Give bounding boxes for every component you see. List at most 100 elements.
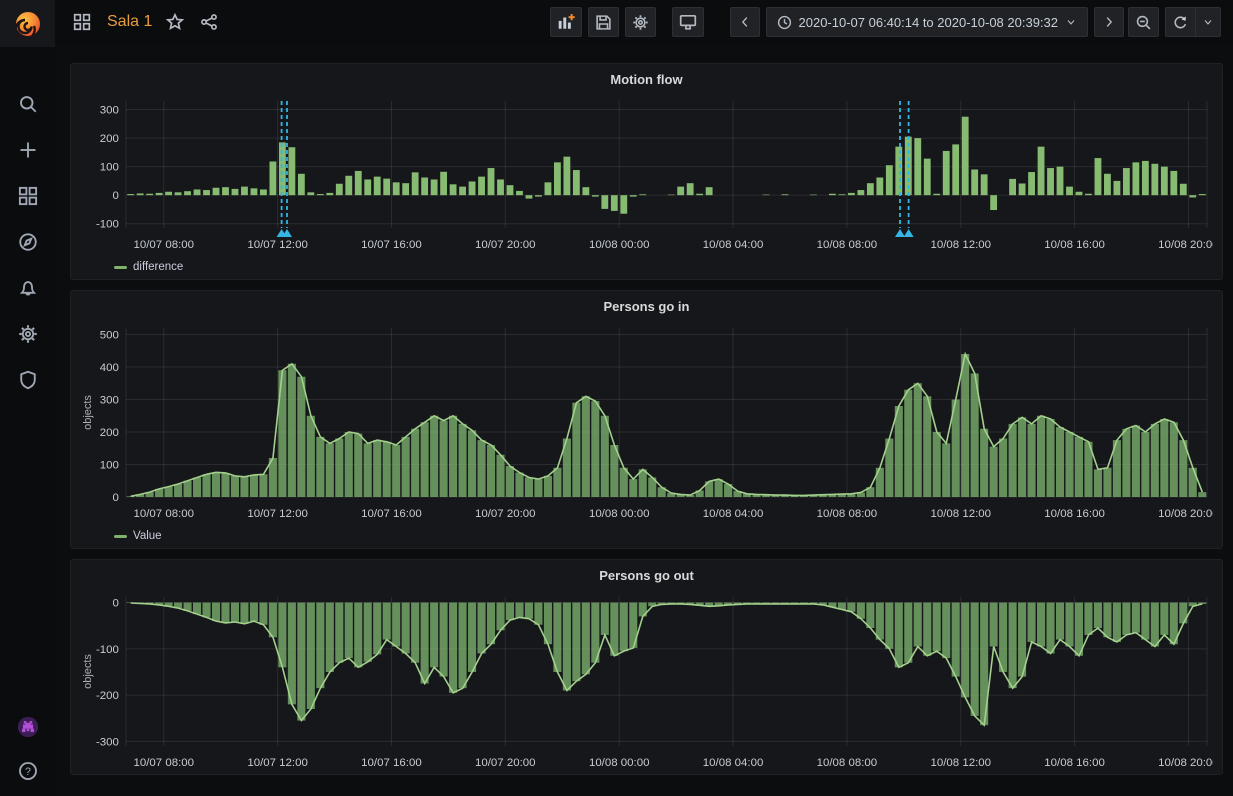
refresh-interval-dropdown[interactable]: [1196, 7, 1221, 37]
svg-text:objects: objects: [82, 395, 94, 430]
panel-title[interactable]: Persons go out: [80, 565, 1213, 589]
dashboards-grid-icon[interactable]: [17, 185, 39, 207]
legend-label: Value: [133, 530, 162, 542]
top-navbar: Sala 1 2020-10-07 06:40:14 to 2020-10-08…: [55, 0, 1233, 44]
svg-text:-300: -300: [96, 736, 119, 748]
svg-text:10/08 04:00: 10/08 04:00: [703, 239, 764, 251]
sidebar-menu: [17, 93, 39, 391]
persons-go-in-chart[interactable]: 500 400 300 200 100 0 10/07 08:00 10/07 12:00 10…: [80, 320, 1213, 525]
svg-text:10/08 08:00: 10/08 08:00: [817, 508, 878, 520]
svg-text:10/08 16:00: 10/08 16:00: [1044, 757, 1105, 769]
svg-text:10/07 12:00: 10/07 12:00: [247, 239, 308, 251]
zoom-out-button[interactable]: [1128, 7, 1159, 37]
star-icon[interactable]: [164, 11, 186, 33]
svg-text:-100: -100: [96, 644, 119, 656]
panel-persons-go-in: Persons go in 500 400 300 200 100 0 10/07 08:0…: [70, 290, 1223, 549]
svg-text:10/07 20:00: 10/07 20:00: [475, 757, 536, 769]
svg-text:10/07 08:00: 10/07 08:00: [133, 757, 194, 769]
dashboard-grid-icon[interactable]: [71, 11, 93, 33]
svg-text:0: 0: [113, 190, 119, 202]
refresh-button[interactable]: [1165, 7, 1196, 37]
svg-text:10/08 20:00: 10/08 20:00: [1158, 508, 1213, 520]
explore-compass-icon[interactable]: [17, 231, 39, 253]
chevron-down-icon: [1067, 20, 1075, 25]
add-panel-button[interactable]: [549, 7, 582, 37]
svg-text:0: 0: [113, 492, 119, 504]
svg-text:10/08 20:00: 10/08 20:00: [1158, 757, 1213, 769]
dashboard-toolbar: 2020-10-07 06:40:14 to 2020-10-08 20:39:…: [549, 7, 1221, 37]
legend-item-value[interactable]: Value: [80, 525, 1213, 547]
sidebar-bottom: ?: [17, 716, 39, 796]
svg-text:200: 200: [100, 133, 119, 145]
svg-text:10/07 08:00: 10/07 08:00: [133, 508, 194, 520]
user-avatar[interactable]: [17, 716, 39, 738]
configuration-gear-icon[interactable]: [17, 323, 39, 345]
svg-text:10/07 20:00: 10/07 20:00: [475, 239, 536, 251]
svg-text:-100: -100: [96, 219, 119, 231]
main-area: Sala 1 2020-10-07 06:40:14 to 2020-10-08…: [55, 0, 1233, 796]
legend-label: difference: [133, 261, 184, 273]
svg-text:10/07 12:00: 10/07 12:00: [247, 508, 308, 520]
svg-text:400: 400: [100, 362, 119, 374]
persons-go-out-chart[interactable]: 0 -100 -200 -300 10/07 08:00 10/07 12:00 10/07…: [80, 589, 1213, 774]
svg-text:10/08 12:00: 10/08 12:00: [930, 239, 991, 251]
time-shift-forward-button[interactable]: [1094, 7, 1124, 37]
search-icon[interactable]: [17, 93, 39, 115]
panel-title[interactable]: Motion flow: [80, 69, 1213, 93]
svg-text:100: 100: [100, 162, 119, 174]
svg-text:10/08 00:00: 10/08 00:00: [589, 508, 650, 520]
svg-text:10/07 20:00: 10/07 20:00: [475, 508, 536, 520]
time-range-picker[interactable]: 2020-10-07 06:40:14 to 2020-10-08 20:39:…: [765, 7, 1088, 37]
dashboard-content: Motion flow 300 200 100 0 -100 10/07 08:00 10/…: [55, 44, 1233, 796]
svg-text:10/08 04:00: 10/08 04:00: [703, 508, 764, 520]
clock-icon: [777, 15, 791, 29]
legend-swatch: [114, 265, 127, 269]
panel-persons-go-out: Persons go out 0 -100 -200 -300 10/07 08:00 1…: [70, 559, 1223, 775]
server-admin-shield-icon[interactable]: [17, 369, 39, 391]
svg-text:300: 300: [100, 394, 119, 406]
motion-flow-chart[interactable]: 300 200 100 0 -100 10/07 08:00 10/07 12:00 10/0…: [80, 93, 1213, 256]
svg-text:10/07 12:00: 10/07 12:00: [247, 757, 308, 769]
svg-text:300: 300: [100, 105, 119, 117]
share-icon[interactable]: [198, 11, 220, 33]
svg-text:10/07 16:00: 10/07 16:00: [361, 239, 422, 251]
svg-text:10/08 00:00: 10/08 00:00: [589, 757, 650, 769]
svg-text:100: 100: [100, 459, 119, 471]
svg-text:10/08 00:00: 10/08 00:00: [589, 239, 650, 251]
svg-text:?: ?: [25, 766, 31, 778]
svg-text:10/08 12:00: 10/08 12:00: [930, 508, 991, 520]
breadcrumb: Sala 1: [71, 11, 220, 33]
svg-text:10/08 08:00: 10/08 08:00: [817, 757, 878, 769]
svg-text:10/08 12:00: 10/08 12:00: [930, 757, 991, 769]
svg-text:10/08 20:00: 10/08 20:00: [1158, 239, 1213, 251]
svg-text:200: 200: [100, 427, 119, 439]
cycle-view-mode-button[interactable]: [671, 7, 704, 37]
svg-text:10/07 08:00: 10/07 08:00: [133, 239, 194, 251]
create-plus-icon[interactable]: [17, 139, 39, 161]
svg-text:10/08 08:00: 10/08 08:00: [817, 239, 878, 251]
svg-text:10/07 16:00: 10/07 16:00: [361, 508, 422, 520]
dashboard-settings-button[interactable]: [624, 7, 656, 37]
svg-text:objects: objects: [82, 654, 94, 689]
svg-text:0: 0: [113, 598, 119, 610]
svg-text:500: 500: [100, 329, 119, 341]
time-shift-back-button[interactable]: [729, 7, 760, 37]
dashboard-title[interactable]: Sala 1: [107, 13, 152, 31]
grafana-logo-icon: [13, 11, 40, 38]
grafana-logo[interactable]: [0, 0, 55, 47]
help-icon[interactable]: ?: [17, 760, 39, 782]
legend-item-difference[interactable]: difference: [80, 256, 1213, 278]
svg-text:10/07 16:00: 10/07 16:00: [361, 757, 422, 769]
svg-text:10/08 04:00: 10/08 04:00: [703, 757, 764, 769]
panel-motion-flow: Motion flow 300 200 100 0 -100 10/07 08:00 10/…: [70, 63, 1223, 280]
svg-text:10/08 16:00: 10/08 16:00: [1044, 239, 1105, 251]
refresh-split-button: [1165, 7, 1221, 37]
panel-title[interactable]: Persons go in: [80, 296, 1213, 320]
svg-text:-200: -200: [96, 690, 119, 702]
legend-swatch: [114, 534, 127, 538]
app-root: ? Sala 1 2020-10-07 06:40:14 to 2020-10-…: [0, 0, 1233, 796]
svg-text:10/08 16:00: 10/08 16:00: [1044, 508, 1105, 520]
time-range-text: 2020-10-07 06:40:14 to 2020-10-08 20:39:…: [798, 14, 1059, 30]
save-dashboard-button[interactable]: [587, 7, 619, 37]
alerting-bell-icon[interactable]: [17, 277, 39, 299]
